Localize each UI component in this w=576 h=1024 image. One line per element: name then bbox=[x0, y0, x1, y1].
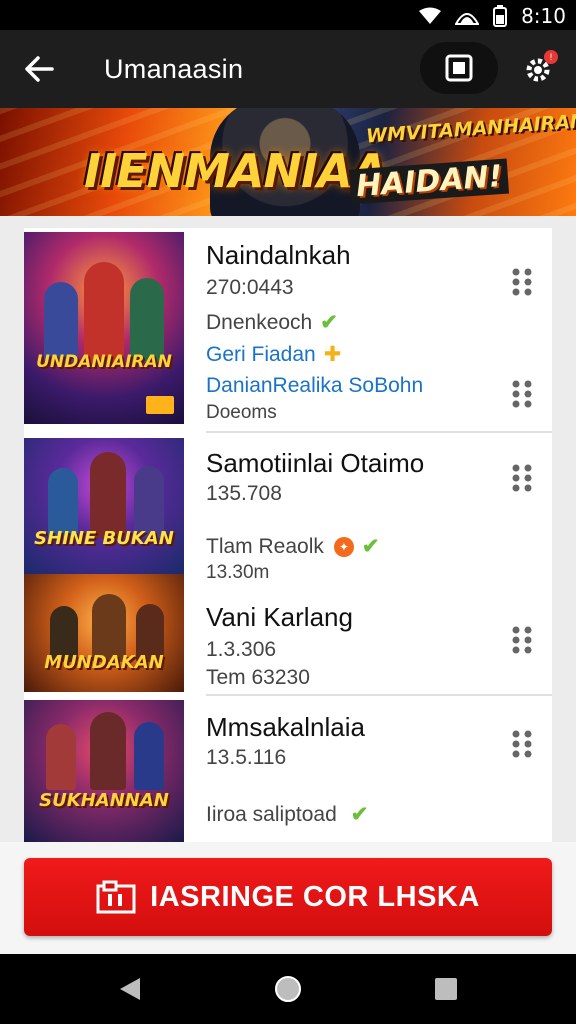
thumbnail-title: UNDANIAIRAN bbox=[36, 352, 172, 372]
thumbnail-title: SUKHANNAN bbox=[39, 790, 169, 811]
star-icon: ✚ bbox=[323, 343, 342, 366]
list-divider bbox=[206, 694, 552, 696]
app-bar: Umanaasin ! bbox=[0, 30, 576, 108]
item-title[interactable]: Mmsakalnlaia bbox=[206, 712, 365, 743]
item-meta: 270:0443 bbox=[206, 276, 294, 299]
signal-icon bbox=[455, 13, 480, 25]
item-meta: 13.5.116 bbox=[206, 746, 287, 769]
more-vertical-icon bbox=[512, 626, 532, 654]
banner-title: IIENMANIAA bbox=[84, 144, 387, 198]
item-title[interactable]: Naindalnkah bbox=[206, 240, 351, 271]
primary-action-button[interactable]: IASRINGE COR LHSKA bbox=[24, 858, 552, 936]
more-options-button[interactable] bbox=[506, 262, 538, 302]
install-icon bbox=[96, 880, 136, 914]
flame-icon: ✦ bbox=[333, 537, 354, 558]
item-meta: 135.708 bbox=[206, 482, 282, 505]
more-vertical-icon bbox=[512, 464, 532, 492]
promo-banner[interactable]: IIENMANIAA WMVITAMANHAIRAN HAIDAN! bbox=[0, 108, 576, 216]
thumbnail-art bbox=[34, 710, 174, 790]
notification-badge: ! bbox=[544, 50, 558, 64]
item-developer: Iiroa saliptoad ✔ bbox=[206, 802, 368, 827]
primary-action-label: IASRINGE COR LHSKA bbox=[150, 880, 480, 913]
status-bar: 8:10 bbox=[0, 0, 576, 30]
item-title[interactable]: Samotiinlai Otaimo bbox=[206, 448, 424, 479]
more-options-button[interactable] bbox=[506, 374, 538, 414]
cast-icon bbox=[445, 54, 473, 82]
item-developer: Dnenkeoch ✔ bbox=[206, 310, 338, 335]
game-list-area: UNDANIAIRAN Naindalnkah 270:0443 Dnenkeo… bbox=[0, 216, 576, 842]
item-size: 13.30m bbox=[206, 562, 270, 583]
item-developer-text: Iiroa saliptoad bbox=[206, 803, 337, 826]
status-icons: 8:10 bbox=[419, 4, 566, 28]
nav-back-button[interactable] bbox=[112, 971, 148, 1007]
item-link[interactable]: DanianRealika SoBohn bbox=[206, 374, 423, 398]
more-vertical-icon bbox=[512, 730, 532, 758]
back-button[interactable] bbox=[18, 48, 60, 90]
thumbnail-art bbox=[34, 448, 174, 538]
settings-button[interactable]: ! bbox=[518, 50, 558, 90]
more-vertical-icon bbox=[512, 268, 532, 296]
thumbnail-logo bbox=[146, 396, 174, 414]
nav-recents-button[interactable] bbox=[428, 971, 464, 1007]
game-list: UNDANIAIRAN Naindalnkah 270:0443 Dnenkeo… bbox=[24, 228, 552, 842]
more-vertical-icon bbox=[512, 380, 532, 408]
more-options-button[interactable] bbox=[506, 620, 538, 660]
bottom-action-panel: IASRINGE COR LHSKA bbox=[0, 842, 576, 954]
verified-icon: ✔ bbox=[320, 311, 338, 334]
arrow-left-icon bbox=[25, 56, 54, 82]
system-nav-bar bbox=[0, 954, 576, 1024]
thumbnail-art bbox=[34, 252, 174, 362]
game-thumbnail[interactable]: MUNDAKAN bbox=[24, 574, 184, 692]
item-size: Tem 63230 bbox=[206, 666, 310, 689]
verified-icon: ✔ bbox=[361, 535, 380, 558]
thumbnail-title: SHINE BUKAN bbox=[34, 528, 174, 549]
item-developer-text: Dnenkeoch bbox=[206, 311, 313, 334]
item-tag[interactable]: Geri Fiadan ✚ bbox=[206, 342, 341, 367]
triangle-back-icon bbox=[120, 978, 140, 1000]
thumbnail-title: MUNDAKAN bbox=[44, 652, 164, 673]
page-title: Umanaasin bbox=[104, 54, 244, 84]
list-divider bbox=[206, 431, 552, 433]
game-thumbnail[interactable]: UNDANIAIRAN bbox=[24, 232, 184, 424]
wifi-icon bbox=[419, 7, 442, 24]
square-recents-icon bbox=[435, 978, 457, 1000]
more-options-button[interactable] bbox=[506, 724, 538, 764]
item-developer: Tlam Reaolk ✦ ✔ bbox=[206, 534, 379, 559]
item-tag-text: Geri Fiadan bbox=[206, 343, 316, 366]
game-thumbnail[interactable]: SUKHANNAN bbox=[24, 700, 184, 842]
game-thumbnail[interactable]: SHINE BUKAN bbox=[24, 438, 184, 574]
nav-home-button[interactable] bbox=[270, 971, 306, 1007]
verified-icon: ✔ bbox=[350, 803, 369, 826]
battery-icon bbox=[493, 5, 508, 27]
status-time: 8:10 bbox=[521, 4, 566, 28]
item-developer-text: Tlam Reaolk bbox=[206, 535, 324, 558]
cast-button[interactable] bbox=[420, 42, 498, 94]
item-title[interactable]: Vani Karlang bbox=[206, 602, 353, 633]
more-options-button[interactable] bbox=[506, 458, 538, 498]
circle-home-icon bbox=[275, 976, 301, 1002]
item-size: Doeoms bbox=[206, 402, 277, 423]
item-meta: 1.3.306 bbox=[206, 638, 277, 661]
